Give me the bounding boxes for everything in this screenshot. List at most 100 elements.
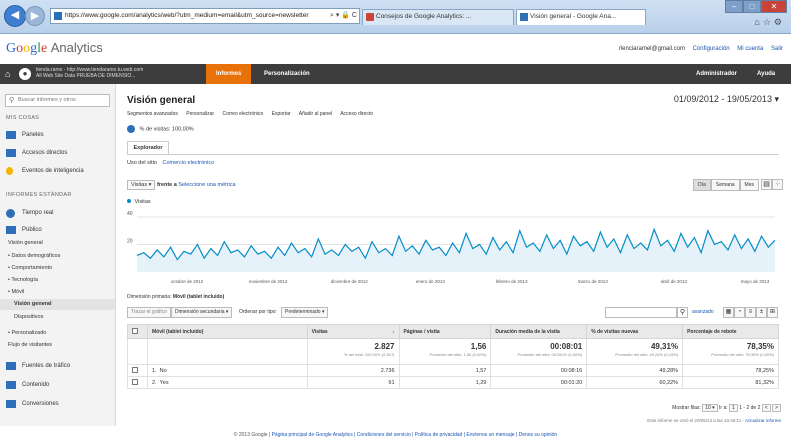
address-bar[interactable]: https://www.google.com/analytics/web/?ut… — [50, 8, 360, 24]
table-view-icon[interactable]: ▦ — [723, 307, 734, 318]
sidebar-sub-vision-general[interactable]: Visión general — [0, 238, 115, 249]
table-row[interactable]: 2. Yes 91 1,29 00:01:20 60,22% 81,32% — [127, 376, 779, 389]
sidebar-item-accesos[interactable]: Accesos directos — [0, 146, 115, 160]
sidebar-item-publico[interactable]: Público — [0, 223, 115, 237]
totals-paginas-value: 1,56 — [470, 342, 487, 351]
row-checkbox[interactable] — [127, 364, 148, 377]
rows-select[interactable]: 10 ▾ — [702, 404, 718, 412]
report-note-text: Este informe se creó el 20/05/13 a las 1… — [647, 418, 744, 423]
tab-explorador[interactable]: Explorador — [127, 141, 169, 155]
toolbar-segmentos[interactable]: Segmentos avanzados — [127, 111, 178, 117]
footer-links[interactable]: Página principal de Google Analytics | C… — [272, 432, 558, 438]
sidebar-label: Eventos de inteligencia — [22, 168, 84, 174]
col-header-visitas[interactable]: Visitas ↓ — [306, 324, 400, 339]
sidebar-item-fuentes[interactable]: Fuentes de tráfico — [0, 359, 115, 373]
line-chart-icon[interactable]: ▤ — [761, 179, 772, 190]
col-header-nuevas[interactable]: % de visitas nuevas — [586, 324, 684, 339]
logout-link[interactable]: Salir — [771, 46, 783, 52]
sidebar-sub-movil[interactable]: • Móvil — [0, 287, 115, 298]
table-filter-input[interactable] — [605, 307, 677, 318]
dim-primary-value[interactable]: Móvil (tablet incluido) — [173, 294, 224, 300]
forward-arrow-icon[interactable]: ▶ — [25, 6, 45, 26]
next-page-icon[interactable]: > — [772, 404, 781, 412]
browser-toolbar-icons[interactable]: ⌂☆⚙ — [754, 17, 785, 28]
sidebar-sub-personalizado[interactable]: • Personalizado — [0, 328, 115, 339]
sidebar-sub-dispositivos[interactable]: Dispositivos — [0, 312, 115, 323]
plot-rows-button[interactable]: Trazar el gráfico — [127, 307, 171, 318]
sidebar-sub-flujo[interactable]: Flujo de visitantes — [0, 340, 115, 351]
maximize-icon[interactable]: □ — [743, 0, 761, 13]
gran-week-button[interactable]: Semana — [710, 179, 740, 191]
col-header-movil[interactable]: Móvil (tablet incluido) — [146, 324, 308, 339]
date-range-selector[interactable]: 01/09/2012 - 19/05/2013 ▾ — [674, 94, 779, 105]
nav-tab-personalizacion[interactable]: Personalización — [254, 64, 320, 84]
google-analytics-logo[interactable]: Google Analytics — [6, 40, 103, 57]
nav-tab-ayuda[interactable]: Ayuda — [747, 64, 785, 84]
prev-page-icon[interactable]: < — [761, 404, 771, 412]
browser-tab-consejos[interactable]: Consejos de Google Analytics: ... — [362, 9, 514, 25]
visits-line-chart[interactable]: 40 20 octubre de 2012 noviembre de 2012 dici… — [127, 206, 779, 288]
sidebar-item-paneles[interactable]: Paneles — [0, 128, 115, 142]
flag-icon — [6, 400, 16, 408]
secondary-dimension-select[interactable]: Dimensión secundaria ▾ — [171, 307, 233, 318]
sidebar-item-eventos[interactable]: Eventos de inteligencia — [0, 164, 115, 178]
toolbar-personalizar[interactable]: Personalizar — [186, 111, 214, 117]
account-selector[interactable]: tienda.ramo - http://www.tiendaramo.tu.w… — [36, 67, 206, 79]
row-visitas: 91 — [306, 376, 400, 389]
nav-tab-administrador[interactable]: Administrador — [686, 64, 747, 84]
sidebar-search-input[interactable]: ⚲ Buscar informes y otros — [5, 94, 110, 107]
row-label[interactable]: No — [160, 368, 167, 374]
refresh-report-link[interactable]: Actualizar informe — [745, 418, 781, 423]
row-label-cell[interactable]: 2. Yes — [146, 376, 308, 389]
sidebar-item-conversiones[interactable]: Conversiones — [0, 397, 115, 411]
totals-rebote-sub: Promedio del sitio: 78,35% (0,00%) — [711, 352, 774, 357]
table-row[interactable]: 1. No 2.736 1,57 00:08:16 49,28% 78,25% — [127, 364, 779, 377]
sidebar-label: Accesos directos — [22, 150, 68, 156]
account-link[interactable]: Mi cuenta — [737, 46, 763, 52]
pie-view-icon[interactable]: ◔ — [734, 307, 745, 318]
sidebar-sub-tecnologia[interactable]: • Tecnología — [0, 275, 115, 286]
search-icon[interactable]: ⚲ — [677, 307, 688, 318]
sidebar-item-tiempo-real[interactable]: Tiempo real — [0, 206, 115, 220]
address-controls-icon[interactable]: ⌕ ▾ 🔒 C — [330, 9, 357, 23]
subtab-uso[interactable]: Uso del sitio — [127, 160, 157, 166]
sidebar-sub-comportamiento[interactable]: • Comportamiento — [0, 263, 115, 274]
sidebar-sub-movil-vision[interactable]: Visión general — [0, 299, 115, 310]
back-arrow-icon[interactable]: ◀ — [4, 5, 26, 27]
advanced-filter-link[interactable]: avanzado — [692, 309, 714, 315]
toolbar-exportar[interactable]: Exportar — [272, 111, 291, 117]
col-header-paginas[interactable]: Páginas / visita — [398, 324, 492, 339]
subtab-comercio[interactable]: Comercio electrónico — [163, 160, 215, 166]
compare-view-icon[interactable]: ± — [756, 307, 767, 318]
select-all-checkbox[interactable] — [127, 324, 148, 339]
bar-view-icon[interactable]: ≡ — [745, 307, 756, 318]
account-selector-icon[interactable]: ● — [19, 68, 31, 80]
toolbar-correo[interactable]: Correo electrónico — [222, 111, 263, 117]
toolbar-acceso[interactable]: Acceso directo — [340, 111, 373, 117]
gran-day-button[interactable]: Día — [693, 179, 711, 191]
row-label[interactable]: Yes — [160, 380, 169, 386]
col-header-duracion[interactable]: Duración media de la visita — [490, 324, 588, 339]
motion-chart-icon[interactable]: ⁘ — [772, 179, 783, 190]
metric-select[interactable]: Visitas ▾ — [127, 180, 156, 190]
browser-tab-vision[interactable]: Visión general - Google Ana... — [516, 9, 646, 25]
minimize-icon[interactable]: – — [725, 0, 743, 13]
close-icon[interactable]: ✕ — [761, 0, 787, 13]
config-link[interactable]: Configuración — [693, 46, 730, 52]
sidebar-item-contenido[interactable]: Contenido — [0, 378, 115, 392]
sort-type-select[interactable]: Predeterminado ▾ — [281, 307, 329, 318]
select-metric-link[interactable]: Seleccione una métrica — [178, 182, 235, 188]
nav-tab-informes[interactable]: Informes — [206, 64, 252, 84]
row-checkbox[interactable] — [127, 376, 148, 389]
user-email: rlenciaramel@gmail.com — [618, 46, 685, 52]
pivot-view-icon[interactable]: ⊞ — [767, 307, 778, 318]
home-icon[interactable]: ⌂ — [5, 68, 17, 80]
totals-nuevas-value: 49,31% — [650, 342, 679, 351]
sidebar-sub-datos-demograficos[interactable]: • Datos demográficos — [0, 251, 115, 262]
goto-input[interactable]: 1 — [729, 404, 738, 412]
x-tick-label: febrero de 2013 — [496, 279, 528, 284]
row-label-cell[interactable]: 1. No — [146, 364, 308, 377]
col-header-rebote[interactable]: Porcentaje de rebote — [682, 324, 779, 339]
gran-month-button[interactable]: Mes — [739, 179, 759, 191]
toolbar-panel[interactable]: Añadir al panel — [299, 111, 332, 117]
